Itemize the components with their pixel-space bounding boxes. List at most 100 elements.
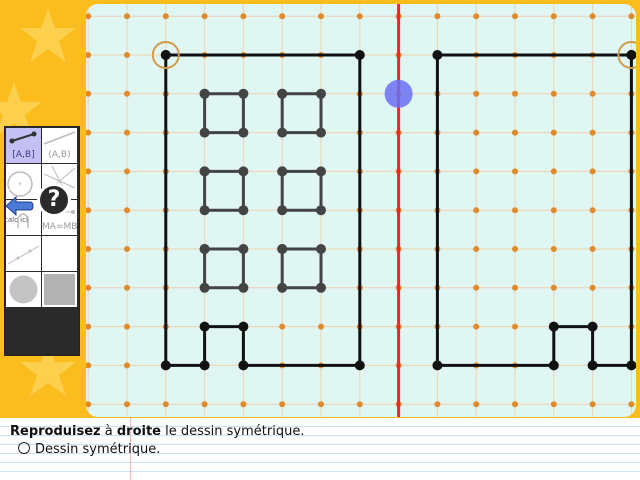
ray-tool-button[interactable]: (A,B) [42, 128, 77, 163]
grid-dot [240, 13, 247, 20]
midpoint-tool-label: MA=MB [42, 222, 78, 232]
previous-button-arrow-icon[interactable] [4, 195, 34, 217]
small-square-vertex [277, 127, 288, 138]
grid-dot [473, 90, 480, 97]
grid-dot [512, 323, 518, 330]
grid-dot [201, 13, 208, 20]
fill-square-icon [44, 274, 75, 305]
grid-dot [86, 284, 92, 291]
grid-dot [318, 323, 324, 330]
grid-dot [356, 13, 363, 20]
small-square-vertex [238, 166, 249, 177]
circle-tool-button[interactable] [6, 164, 41, 199]
grid-dot [550, 168, 557, 175]
left-figure-outline-vertex [199, 360, 210, 371]
small-square-vertex [238, 205, 249, 216]
instruction-verb: Reproduisez [10, 424, 101, 439]
small-square-vertex [277, 88, 288, 99]
grid-dot [550, 129, 557, 136]
radio-circle-icon[interactable] [18, 442, 30, 454]
right-figure-outline-vertex [626, 360, 636, 371]
right-figure-outline-vertex [432, 360, 443, 371]
grid-dot [124, 129, 130, 136]
grid-dot [589, 168, 596, 175]
small-square-vertex [238, 127, 249, 138]
grid-dot [86, 362, 92, 369]
small-square-vertex [199, 166, 210, 177]
small-square-vertex [199, 205, 210, 216]
page-counter: 5/32 [8, 183, 29, 193]
small-square-vertex [199, 244, 210, 254]
line-tool-button[interactable] [6, 236, 41, 271]
grid-dot [473, 207, 480, 214]
grid-dot [473, 246, 480, 252]
ray-tool-label: (A,B) [48, 150, 71, 160]
grid-canvas[interactable] [86, 4, 636, 417]
instruction-panel: Reproduisez à droite le dessin symétriqu… [0, 418, 640, 480]
grid-dot [86, 323, 92, 330]
small-square-vertex [316, 166, 326, 177]
grid-dot [589, 207, 596, 214]
grid-dot [512, 168, 518, 175]
grid-dot [512, 207, 518, 214]
pointer-cursor [384, 79, 413, 108]
grid-dot [589, 284, 596, 291]
grid-dot [124, 323, 130, 330]
small-square-vertex [316, 282, 326, 293]
small-square-vertex [238, 282, 249, 293]
grid-dot [124, 13, 130, 20]
grid-dot [512, 13, 518, 20]
small-square-vertex [316, 244, 326, 254]
fill-circle-tool-button[interactable] [6, 272, 41, 307]
small-square-vertex [316, 88, 326, 99]
segment-tool-label: [A,B] [12, 150, 35, 160]
grid-dot [434, 13, 441, 20]
grid-dot [124, 168, 130, 175]
grid-dot [124, 362, 130, 369]
small-square-vertex [277, 244, 288, 254]
grid-dot [318, 13, 324, 20]
segment-tool-button[interactable]: [A,B] [6, 128, 41, 163]
grid-dot [124, 284, 130, 291]
grid-dot [589, 90, 596, 97]
blank-tool-button[interactable] [42, 236, 77, 271]
small-square-vertex [238, 244, 249, 254]
left-figure-outline-vertex [160, 360, 171, 371]
grid-dot [473, 284, 480, 291]
small-square-vertex [316, 205, 326, 216]
grid-dot [86, 246, 92, 252]
right-figure-outline-vertex [587, 321, 598, 332]
instruction-part2: le dessin symétrique. [161, 424, 305, 439]
right-figure-outline-vertex [548, 360, 559, 371]
grid-dot [86, 129, 92, 136]
fill-square-tool-button[interactable] [42, 272, 77, 307]
answer-option[interactable]: Dessin symétrique. [18, 442, 160, 457]
left-figure-outline-vertex [199, 321, 210, 332]
grid-dot [589, 401, 596, 408]
grid-dot [162, 13, 169, 20]
grid-dot [473, 168, 480, 175]
circle-icon [7, 171, 33, 197]
left-figure-outline-vertex [354, 50, 365, 60]
grid-dot [124, 401, 130, 408]
help-button[interactable]: ? [37, 183, 71, 217]
grid-dot [628, 401, 635, 408]
instruction-emphasis: droite [116, 424, 161, 439]
grid-dot [86, 90, 92, 97]
grid-dot [589, 246, 596, 252]
grid-dot [86, 401, 92, 408]
grid-dot [550, 207, 557, 214]
grid-dot [512, 401, 518, 408]
grid-dot [356, 401, 363, 408]
grid-dot [512, 129, 518, 136]
grid-dot [318, 401, 324, 408]
grid-dot [512, 90, 518, 97]
right-figure-outline-vertex [626, 50, 636, 60]
line-icon [7, 245, 40, 265]
small-square-vertex [199, 88, 210, 99]
grid-dot [473, 129, 480, 136]
grid-dot [473, 13, 480, 20]
drawing-board[interactable] [86, 4, 636, 417]
grid-dot [86, 168, 92, 175]
grid-dot [124, 52, 130, 58]
